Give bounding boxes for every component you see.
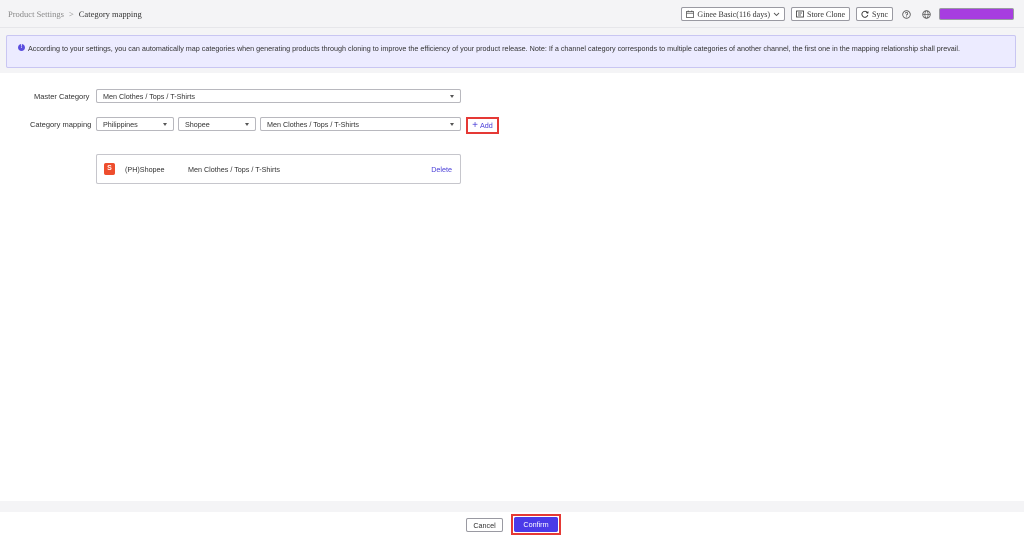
- mapping-item: S (PH)Shopee Men Clothes / Tops / T-Shir…: [96, 154, 461, 184]
- info-icon: !: [18, 44, 25, 51]
- store-icon: [796, 10, 804, 18]
- country-select[interactable]: Philippines: [96, 117, 174, 131]
- sync-icon: [861, 10, 869, 18]
- master-category-value: Men Clothes / Tops / T-Shirts: [103, 91, 196, 101]
- add-mapping-button[interactable]: + Add: [466, 117, 499, 134]
- plan-label: Ginee Basic(116 days): [697, 9, 770, 19]
- chevron-down-icon: [773, 12, 780, 17]
- master-category-label: Master Category: [34, 92, 90, 101]
- cancel-button[interactable]: Cancel: [466, 518, 503, 532]
- plan-selector[interactable]: Ginee Basic(116 days): [681, 7, 785, 21]
- store-clone-label: Store Clone: [807, 9, 845, 19]
- store-clone-button[interactable]: Store Clone: [791, 7, 850, 21]
- notice-text: According to your settings, you can auto…: [28, 44, 960, 53]
- confirm-button[interactable]: Confirm: [514, 517, 558, 532]
- mapping-channel: (PH)Shopee: [125, 165, 165, 174]
- user-account-badge[interactable]: [939, 8, 1014, 20]
- breadcrumb-separator: >: [68, 9, 74, 19]
- top-bar: Product Settings > Category mapping Ginee …: [0, 0, 1024, 28]
- breadcrumb: Product Settings > Category mapping: [8, 9, 142, 19]
- main-panel: [0, 73, 1024, 501]
- country-value: Philippines: [103, 119, 138, 129]
- calendar-icon: [686, 10, 695, 18]
- category-mapping-label: Category mapping: [30, 120, 92, 129]
- master-category-select[interactable]: Men Clothes / Tops / T-Shirts: [96, 89, 461, 103]
- help-icon[interactable]: [899, 7, 913, 21]
- mapping-category: Men Clothes / Tops / T-Shirts: [188, 165, 281, 174]
- caret-down-icon: [163, 123, 167, 126]
- channel-category-value: Men Clothes / Tops / T-Shirts: [267, 119, 360, 129]
- sync-label: Sync: [872, 9, 888, 19]
- channel-select[interactable]: Shopee: [178, 117, 256, 131]
- channel-category-select[interactable]: Men Clothes / Tops / T-Shirts: [260, 117, 461, 131]
- top-actions: Ginee Basic(116 days) Store Clone Sync: [681, 6, 1014, 22]
- caret-down-icon: [450, 123, 454, 126]
- info-notice: ! According to your settings, you can au…: [6, 35, 1016, 68]
- add-label: Add: [480, 121, 493, 130]
- caret-down-icon: [450, 95, 454, 98]
- breadcrumb-current: Category mapping: [78, 9, 142, 19]
- plus-icon: +: [472, 119, 479, 131]
- sync-button[interactable]: Sync: [856, 7, 893, 21]
- channel-value: Shopee: [185, 119, 210, 129]
- breadcrumb-parent[interactable]: Product Settings: [8, 9, 64, 19]
- delete-mapping-button[interactable]: Delete: [431, 165, 452, 174]
- shopee-logo-icon: S: [104, 163, 115, 175]
- caret-down-icon: [245, 123, 249, 126]
- globe-icon[interactable]: [919, 7, 933, 21]
